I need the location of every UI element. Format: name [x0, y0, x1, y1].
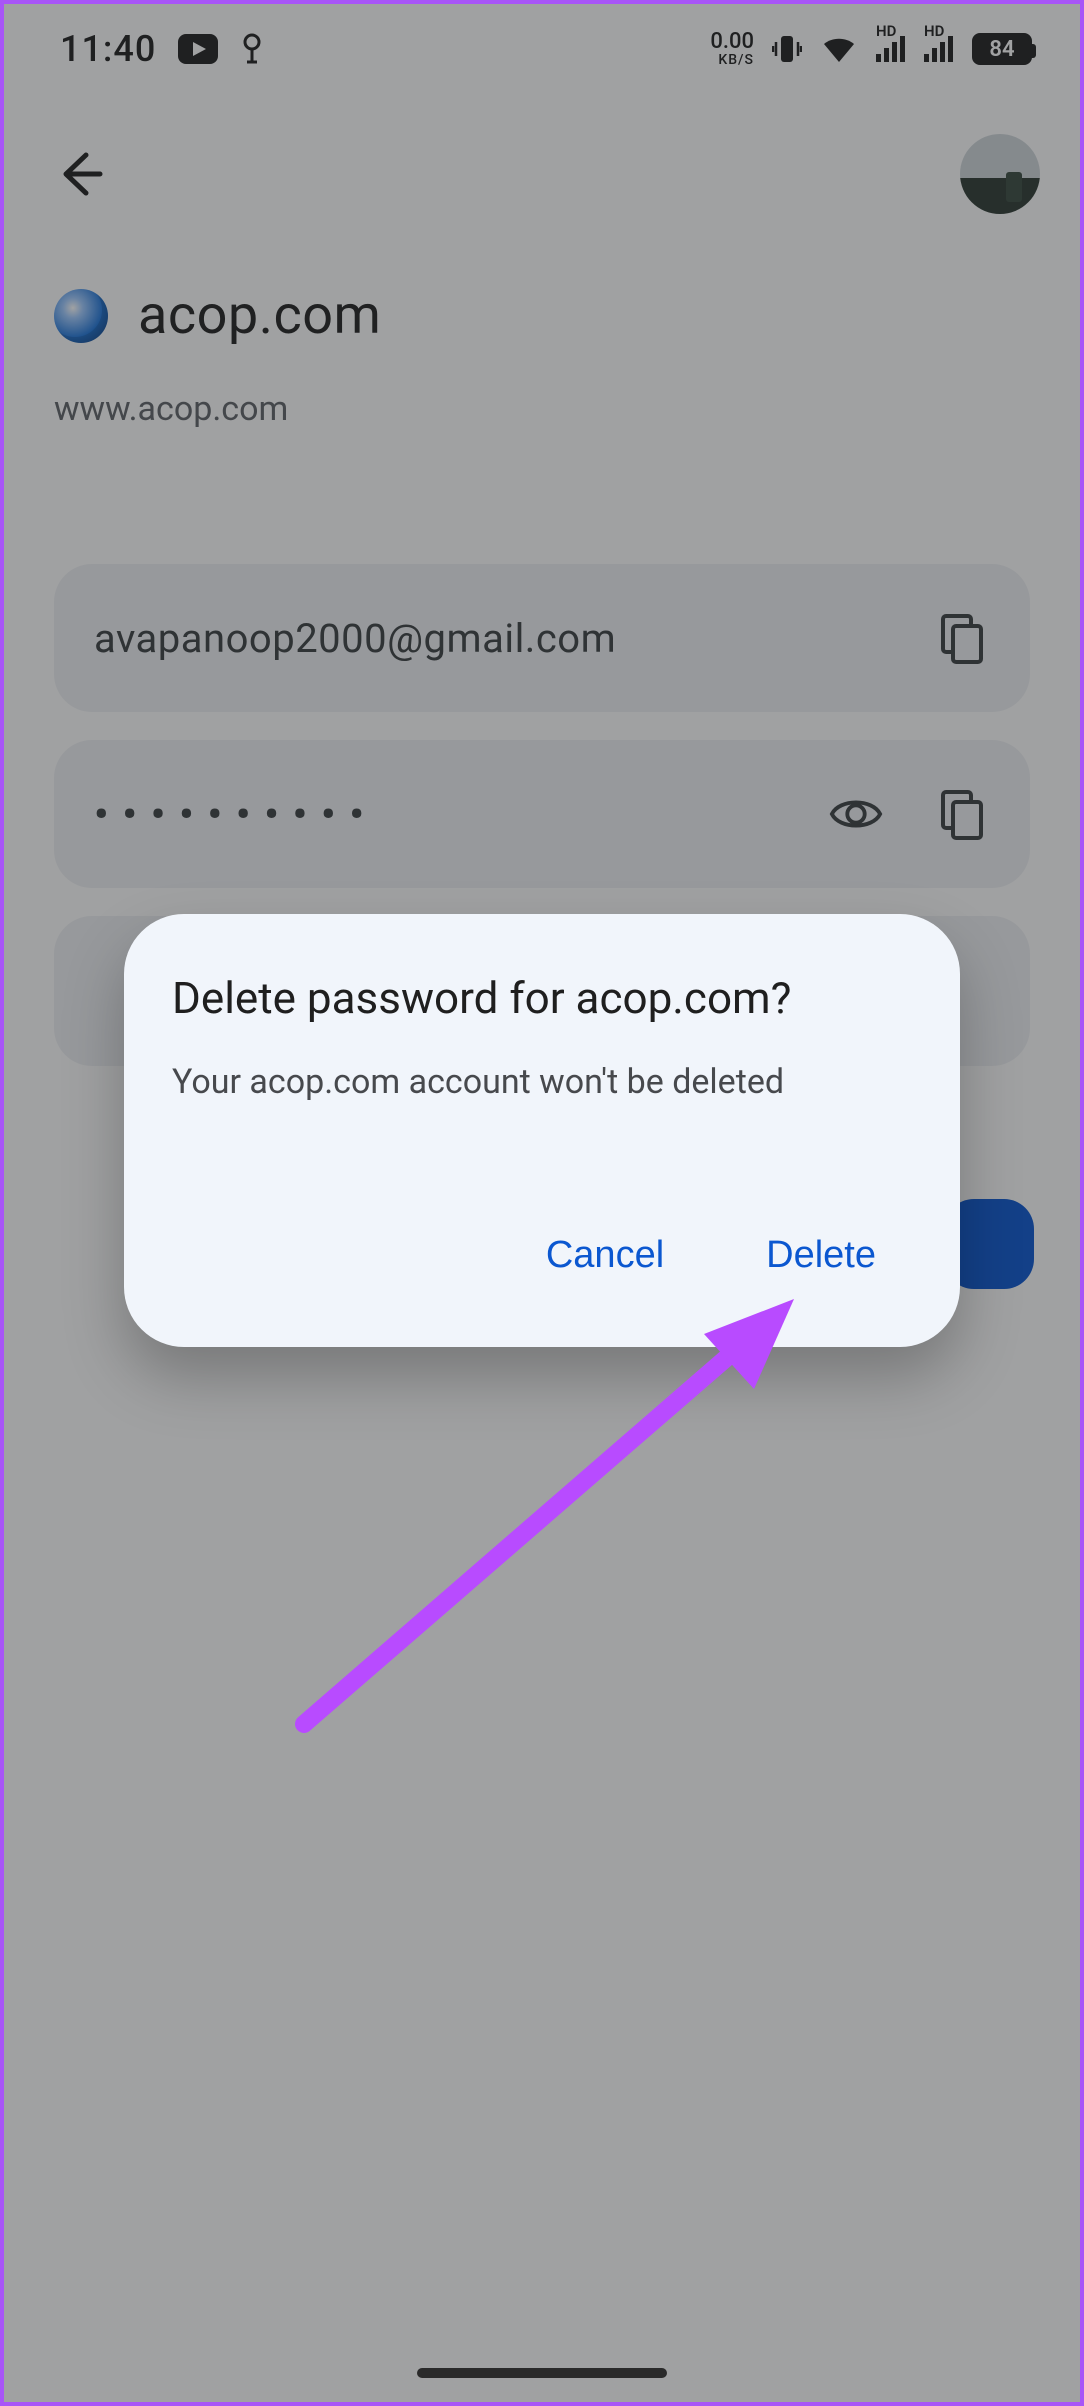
dialog-actions: Cancel Delete: [172, 1222, 912, 1307]
delete-button[interactable]: Delete: [750, 1222, 892, 1289]
dialog-body: Your acop.com account won't be deleted: [172, 1062, 912, 1102]
dialog-title: Delete password for acop.com?: [172, 972, 912, 1024]
cancel-button[interactable]: Cancel: [530, 1222, 680, 1289]
delete-password-dialog: Delete password for acop.com? Your acop.…: [124, 914, 960, 1347]
screen: 11:40 0.00 KB/S HD HD: [0, 0, 1084, 2406]
home-indicator[interactable]: [417, 2368, 667, 2378]
